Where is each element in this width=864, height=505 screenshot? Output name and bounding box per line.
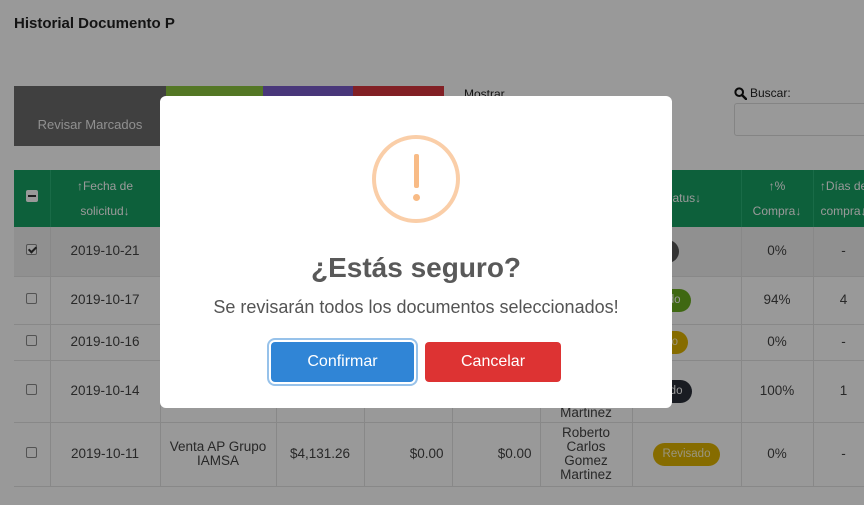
dialog-message: Se revisarán todos los documentos selecc… [213,297,619,317]
warning-icon [372,135,460,223]
cancel-button[interactable]: Cancelar [425,342,561,382]
confirm-dialog: ¿Estás seguro? Se revisarán todos los do… [160,96,672,408]
confirm-button[interactable]: Confirmar [271,342,414,382]
dialog-title: ¿Estás seguro? [310,252,522,283]
